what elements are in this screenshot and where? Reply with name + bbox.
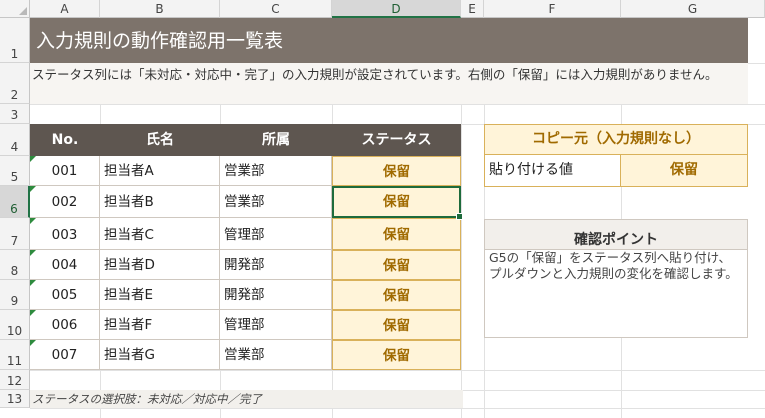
row-header-11[interactable]: 11: [0, 340, 30, 370]
error-indicator-icon: [30, 280, 36, 286]
row-header-3[interactable]: 3: [0, 104, 30, 124]
row-number: 13: [6, 392, 23, 406]
table-cell-name[interactable]: 担当者G: [100, 340, 220, 370]
row-header-7[interactable]: 7: [0, 218, 30, 250]
table-cell-status[interactable]: 保留: [332, 186, 461, 218]
status-options-note[interactable]: ステータスの選択肢：未対応／対応中／完了: [30, 390, 463, 408]
row-header-4[interactable]: 4: [0, 124, 30, 156]
table-cell-dept[interactable]: 営業部: [220, 186, 332, 218]
table-cell-dept[interactable]: 開発部: [220, 280, 332, 310]
row-header-8[interactable]: 8: [0, 250, 30, 280]
row-number: 2: [10, 88, 19, 102]
table-cell-no[interactable]: 004: [30, 250, 100, 280]
row-number: 9: [10, 294, 19, 308]
error-indicator-icon: [30, 156, 36, 162]
table-cell-name[interactable]: 担当者F: [100, 310, 220, 340]
column-header-f[interactable]: F: [484, 0, 621, 18]
cell-text: 007: [51, 347, 78, 363]
sheet-description[interactable]: ステータス列には「未対応・対応中・完了」の入力規則が設定されています。右側の「保…: [30, 63, 748, 104]
select-all-corner[interactable]: [0, 0, 30, 18]
table-cell-no[interactable]: 006: [30, 310, 100, 340]
table-cell-status[interactable]: 保留: [332, 310, 461, 340]
table-header-status[interactable]: ステータス: [332, 124, 461, 156]
row-number: 4: [10, 140, 19, 154]
copy-source-value[interactable]: 保留: [620, 155, 748, 187]
row-header-10[interactable]: 10: [0, 310, 30, 340]
check-points-header[interactable]: 確認ポイント: [484, 219, 748, 250]
table-cell-dept[interactable]: 管理部: [220, 218, 332, 250]
row-number: 8: [10, 264, 19, 278]
copy-source-label[interactable]: 貼り付ける値: [484, 155, 621, 187]
table-cell-name[interactable]: 担当者E: [100, 280, 220, 310]
row-header-1[interactable]: 1: [0, 18, 30, 63]
cell-text: 005: [51, 287, 78, 303]
table-cell-dept[interactable]: 営業部: [220, 156, 332, 186]
sheet-title[interactable]: 入力規則の動作確認用一覧表: [30, 18, 748, 63]
table-cell-status[interactable]: 保留: [332, 156, 461, 186]
row-header-6[interactable]: 6: [0, 186, 30, 218]
cell-text: 004: [51, 257, 78, 273]
error-indicator-icon: [30, 310, 36, 316]
table-cell-name[interactable]: 担当者A: [100, 156, 220, 186]
row-number: 1: [10, 47, 19, 61]
row-number: 5: [10, 170, 19, 184]
cell-text: 001: [51, 163, 78, 179]
table-header-no[interactable]: No.: [30, 124, 100, 156]
copy-source-header[interactable]: コピー元（入力規則なし）: [484, 124, 748, 155]
table-cell-name[interactable]: 担当者D: [100, 250, 220, 280]
row-header-5[interactable]: 5: [0, 156, 30, 186]
table-cell-name[interactable]: 担当者B: [100, 186, 220, 218]
table-cell-no[interactable]: 007: [30, 340, 100, 370]
cell-text: 006: [51, 317, 78, 333]
table-cell-no[interactable]: 001: [30, 156, 100, 186]
cell-text: 003: [51, 227, 78, 243]
table-cell-no[interactable]: 003: [30, 218, 100, 250]
row-header-13[interactable]: 13: [0, 390, 30, 408]
error-indicator-icon: [30, 340, 36, 346]
table-cell-status[interactable]: 保留: [332, 250, 461, 280]
table-cell-name[interactable]: 担当者C: [100, 218, 220, 250]
row-number: 12: [6, 374, 23, 388]
table-cell-dept[interactable]: 営業部: [220, 340, 332, 370]
error-indicator-icon: [30, 186, 36, 192]
gridline: [30, 104, 765, 105]
check-points-body[interactable]: G5の「保留」をステータス列へ貼り付け、プルダウンと入力規則の変化を確認します。: [484, 250, 748, 338]
column-header-d[interactable]: D: [332, 0, 461, 18]
row-header-12[interactable]: 12: [0, 370, 30, 390]
error-indicator-icon: [30, 218, 36, 224]
column-header-c[interactable]: C: [220, 0, 332, 18]
error-indicator-icon: [30, 250, 36, 256]
table-cell-status[interactable]: 保留: [332, 340, 461, 370]
table-header-name[interactable]: 氏名: [100, 124, 220, 156]
row-number: 7: [10, 234, 19, 248]
row-number: 6: [10, 202, 18, 216]
column-header-b[interactable]: B: [100, 0, 220, 18]
column-header-g[interactable]: G: [621, 0, 765, 18]
row-header-9[interactable]: 9: [0, 280, 30, 310]
table-cell-dept[interactable]: 開発部: [220, 250, 332, 280]
row-header-2[interactable]: 2: [0, 63, 30, 104]
table-cell-no[interactable]: 005: [30, 280, 100, 310]
row-number: 11: [6, 354, 23, 368]
cell-text: 002: [51, 194, 78, 210]
row-number: 10: [6, 324, 23, 338]
table-cell-status[interactable]: 保留: [332, 218, 461, 250]
table-cell-dept[interactable]: 管理部: [220, 310, 332, 340]
table-cell-status[interactable]: 保留: [332, 280, 461, 310]
table-header-dept[interactable]: 所属: [220, 124, 332, 156]
gridline: [30, 408, 765, 409]
column-header-e[interactable]: E: [461, 0, 484, 18]
row-number: 3: [10, 108, 19, 122]
table-cell-no[interactable]: 002: [30, 186, 100, 218]
column-header-a[interactable]: A: [30, 0, 100, 18]
